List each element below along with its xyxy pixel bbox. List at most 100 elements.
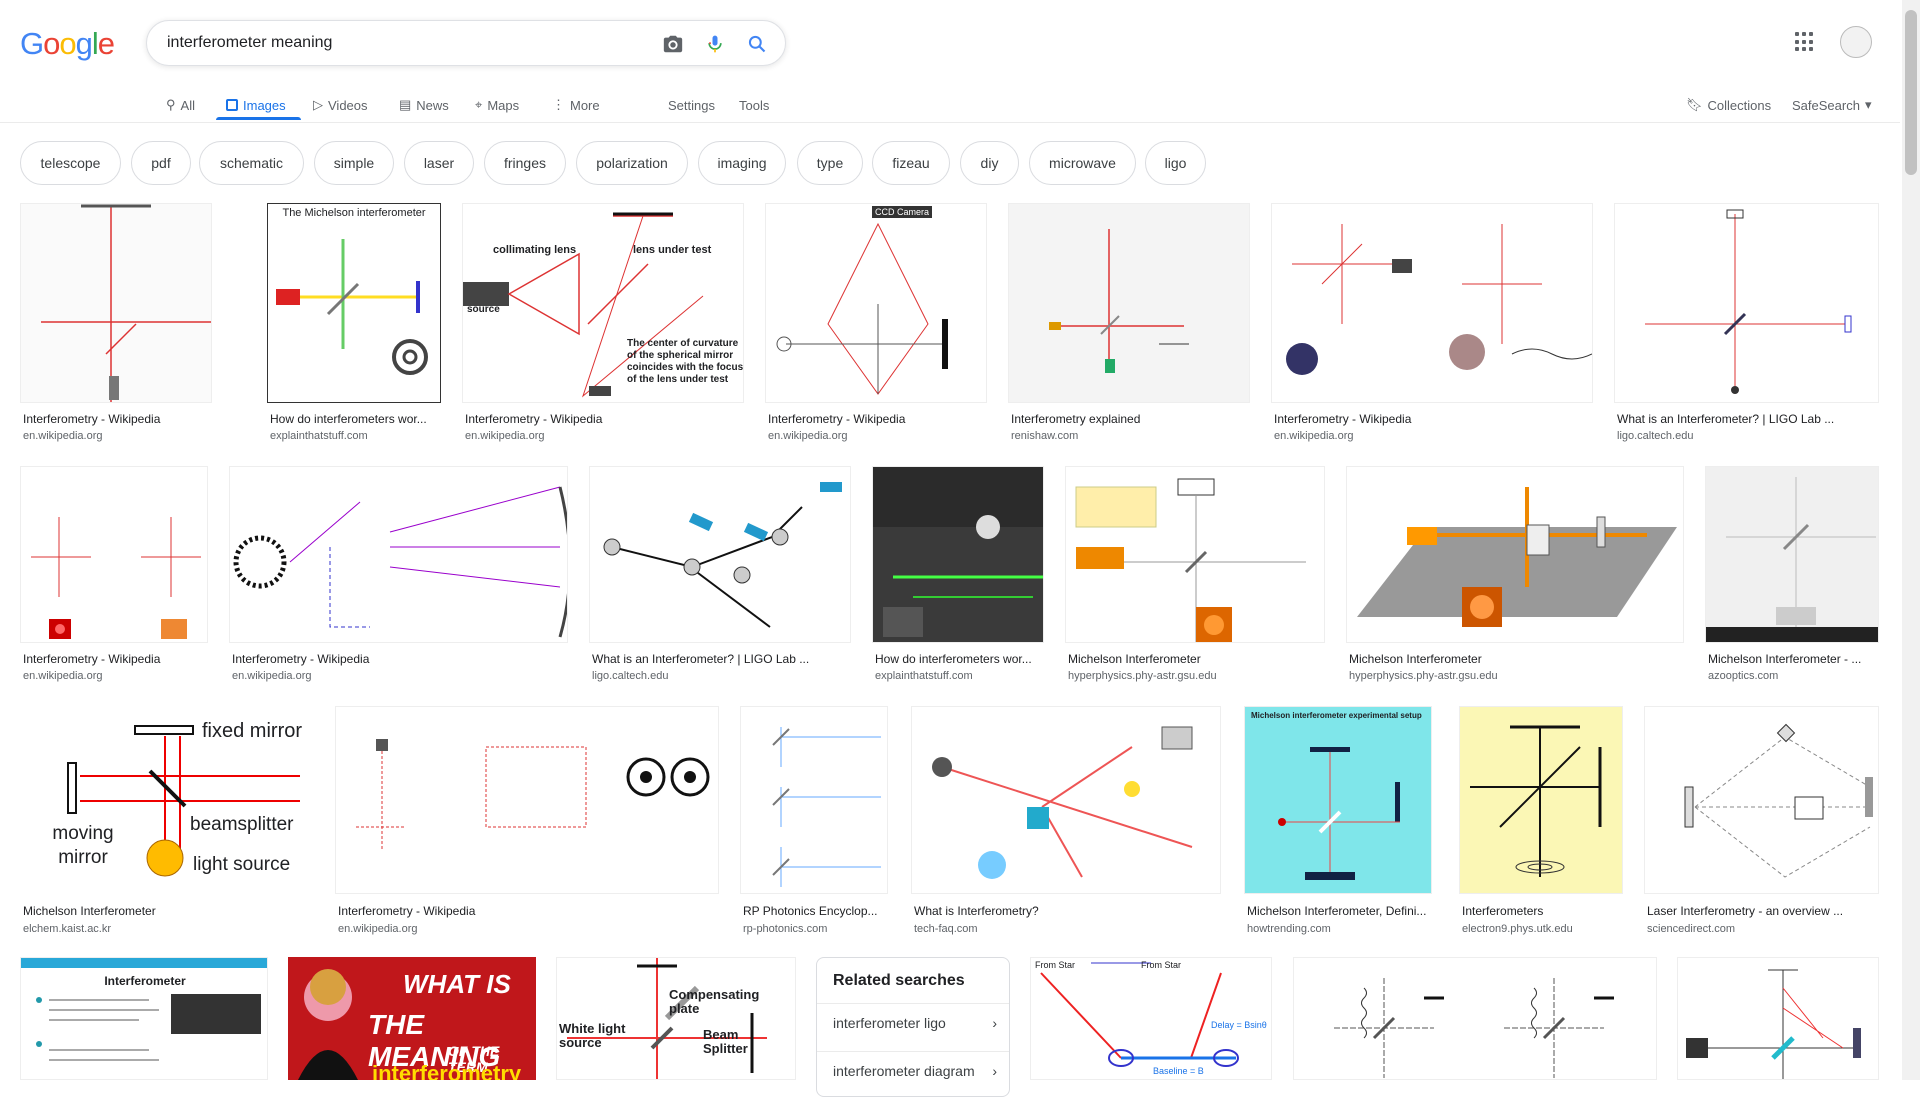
scrollbar-thumb[interactable] <box>1905 10 1917 175</box>
logo-letter-g: G <box>20 26 44 61</box>
result-source: howtrending.com <box>1247 923 1331 935</box>
google-logo[interactable]: Google <box>20 26 115 62</box>
tab-all[interactable]: ⚲ All <box>166 90 195 120</box>
result-card[interactable]: Michelson interferometer experimental se… <box>1244 706 1432 938</box>
chip-polarization[interactable]: polarization <box>576 141 688 185</box>
result-card[interactable]: What is Interferometry? tech-faq.com <box>911 706 1221 938</box>
tools-label: Tools <box>739 97 770 113</box>
chip-type[interactable]: type <box>797 141 863 185</box>
chip-diy[interactable]: diy <box>960 141 1019 185</box>
thumb-label: Interferometer <box>104 974 186 988</box>
thumb-label: fixed mirror <box>202 720 303 742</box>
result-card[interactable]: Michelson Interferometer - ... azooptics… <box>1705 466 1879 686</box>
result-card[interactable]: How do interferometers wor... explaintha… <box>872 466 1044 686</box>
result-card[interactable]: The Michelson interferometer How do inte… <box>267 203 441 443</box>
result-card[interactable]: Interferometry - Wikipedia en.wikipedia.… <box>1271 203 1593 443</box>
safesearch-menu[interactable]: SafeSearch ▾ <box>1792 90 1871 120</box>
result-source: ligo.caltech.edu <box>592 670 669 682</box>
result-card[interactable]: Laser Interferometry - an overview ... s… <box>1644 706 1879 938</box>
thumb-label: White light source <box>559 1021 626 1050</box>
result-card[interactable]: What is an Interferometer? | LIGO Lab ..… <box>1614 203 1879 443</box>
collections-link[interactable]: 🔖︎ Collections <box>1686 90 1771 120</box>
chip-fringes[interactable]: fringes <box>484 141 566 185</box>
thumb-label: moving mirror <box>52 823 114 868</box>
tab-more[interactable]: ⋮ More <box>552 90 600 120</box>
result-source: tech-faq.com <box>914 923 978 935</box>
result-image <box>1008 203 1250 403</box>
result-card[interactable]: Interferometry explained renishaw.com <box>1008 203 1250 443</box>
apps-grid-icon[interactable] <box>1795 32 1815 52</box>
result-card[interactable]: Interferometry - Wikipedia en.wikipedia.… <box>229 466 568 686</box>
result-card[interactable]: Michelson Interferometer hyperphysics.ph… <box>1346 466 1684 686</box>
search-icon[interactable] <box>745 32 769 56</box>
tab-videos[interactable]: ▷ Videos <box>313 90 368 120</box>
thumb-label: Michelson interferometer experimental se… <box>1251 711 1422 720</box>
settings-label: Settings <box>668 97 715 113</box>
result-image <box>1271 203 1593 403</box>
tab-videos-label: Videos <box>328 97 368 113</box>
chip-microwave[interactable]: microwave <box>1029 141 1136 185</box>
result-title: Interferometry - Wikipedia <box>23 412 161 426</box>
result-card[interactable]: Michelson Interferometer hyperphysics.ph… <box>1065 466 1325 686</box>
result-card[interactable]: collimating lens lens under test source … <box>462 203 744 443</box>
result-title: Michelson Interferometer <box>1068 652 1201 666</box>
chip-telescope[interactable]: telescope <box>20 141 121 185</box>
thumb-label: The center of curvature of the spherical… <box>627 338 744 385</box>
result-image <box>20 466 208 643</box>
result-title: Interferometry - Wikipedia <box>338 904 476 918</box>
result-title: What is an Interferometer? | LIGO Lab ..… <box>592 652 810 666</box>
result-card[interactable]: RP Photonics Encyclop... rp-photonics.co… <box>740 706 888 938</box>
result-image: Michelson interferometer experimental se… <box>1244 706 1432 894</box>
result-card[interactable]: WHAT IS THE MEANING OF THE TERM interfer… <box>288 957 536 1080</box>
tab-maps[interactable]: ⌖ Maps <box>475 90 519 120</box>
tools-link[interactable]: Tools <box>739 90 769 120</box>
result-image: Interferometer <box>20 957 268 1080</box>
thumb-label: collimating lens <box>493 244 577 256</box>
more-vert-icon: ⋮ <box>552 97 565 112</box>
microphone-icon[interactable] <box>703 32 727 56</box>
result-title: RP Photonics Encyclop... <box>743 904 878 918</box>
chip-laser[interactable]: laser <box>404 141 474 185</box>
camera-icon[interactable] <box>661 32 685 56</box>
result-card[interactable]: Interferometry - Wikipedia en.wikipedia.… <box>335 706 719 938</box>
search-input[interactable] <box>167 31 647 55</box>
result-card[interactable] <box>1677 957 1879 1080</box>
settings-link[interactable]: Settings <box>668 90 715 120</box>
chip-fizeau[interactable]: fizeau <box>872 141 950 185</box>
result-source: en.wikipedia.org <box>338 923 418 935</box>
chip-imaging[interactable]: imaging <box>698 141 786 185</box>
tab-images[interactable]: Images <box>226 90 286 120</box>
result-title: Interferometers <box>1462 904 1544 918</box>
result-card[interactable]: CCD Camera Interferometry - Wikipedia en… <box>765 203 987 443</box>
chip-ligo[interactable]: ligo <box>1145 141 1206 185</box>
result-title: Interferometry - Wikipedia <box>768 412 906 426</box>
related-searches-heading: Related searches <box>833 972 965 989</box>
result-card[interactable] <box>1293 957 1657 1080</box>
related-search-item[interactable]: interferometer ligo › <box>817 1003 1009 1041</box>
result-title: Interferometry - Wikipedia <box>232 652 370 666</box>
result-card[interactable]: Interferometry - Wikipedia en.wikipedia.… <box>20 203 212 443</box>
result-card[interactable]: Interferometry - Wikipedia en.wikipedia.… <box>20 466 208 686</box>
thumb-label: interferometry <box>372 1061 522 1080</box>
chip-simple[interactable]: simple <box>314 141 394 185</box>
result-source: sciencedirect.com <box>1647 923 1736 935</box>
result-card[interactable]: Interferometers electron9.phys.utk.edu <box>1459 706 1623 938</box>
tab-news[interactable]: ▤ News <box>399 90 449 120</box>
result-image <box>229 466 568 643</box>
result-title: What is Interferometry? <box>914 904 1039 918</box>
result-card[interactable]: From Star From Star Delay = Bsinθ Baseli… <box>1030 957 1272 1080</box>
result-card[interactable]: What is an Interferometer? | LIGO Lab ..… <box>589 466 851 686</box>
chip-pdf[interactable]: pdf <box>131 141 191 185</box>
result-card[interactable]: Interferometer <box>20 957 268 1080</box>
result-card[interactable]: fixed mirror moving mirror beamsplitter … <box>20 706 314 938</box>
chip-schematic[interactable]: schematic <box>199 141 304 185</box>
result-image: CCD Camera <box>765 203 987 403</box>
result-title: Michelson Interferometer <box>23 904 156 918</box>
result-title: Laser Interferometry - an overview ... <box>1647 904 1844 918</box>
result-image <box>1614 203 1879 403</box>
account-avatar[interactable] <box>1840 26 1872 58</box>
result-image <box>1677 957 1879 1080</box>
related-search-item[interactable]: interferometer diagram › <box>817 1051 1009 1089</box>
result-title: Interferometry - Wikipedia <box>1274 412 1412 426</box>
result-card[interactable]: Compensating plate White light source Be… <box>556 957 796 1080</box>
